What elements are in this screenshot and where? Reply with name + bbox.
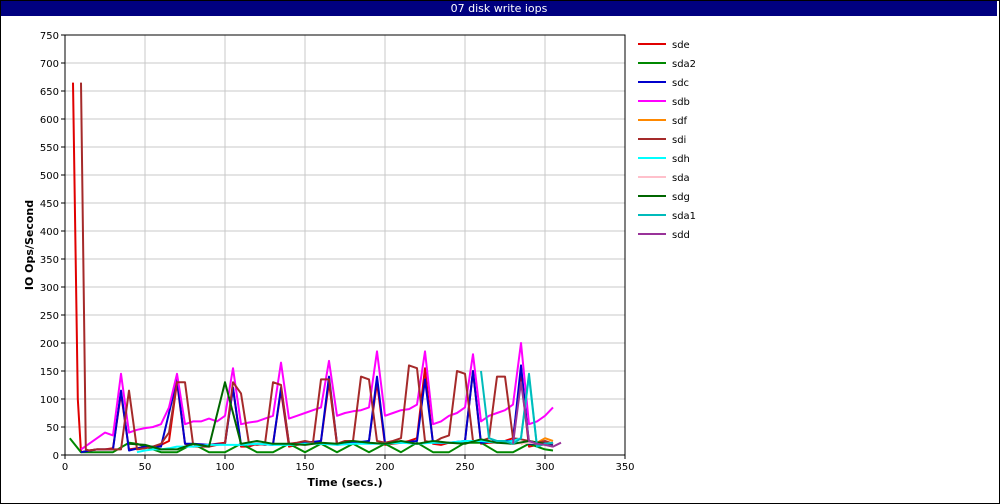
x-tick-label: 150 xyxy=(295,462,314,473)
y-tick-label: 400 xyxy=(40,227,59,238)
legend-label-sdd: sdd xyxy=(672,230,690,241)
x-axis-label: Time (secs.) xyxy=(307,476,382,489)
legend-label-sdb: sdb xyxy=(672,97,690,108)
x-tick-label: 100 xyxy=(215,462,234,473)
y-tick-label: 700 xyxy=(40,59,59,70)
legend-label-sda: sda xyxy=(672,173,690,184)
y-tick-label: 750 xyxy=(40,31,59,42)
y-tick-label: 150 xyxy=(40,367,59,378)
y-tick-label: 50 xyxy=(46,423,59,434)
legend: sde sda2 sdc sdb sdf sdi sdh sda sdg sda1 sdd xyxy=(638,40,696,241)
y-tick-label: 650 xyxy=(40,87,59,98)
y-tick-label: 200 xyxy=(40,339,59,350)
legend-label-sdc: sdc xyxy=(672,78,689,89)
x-tick-label: 50 xyxy=(139,462,152,473)
legend-label-sdf: sdf xyxy=(672,116,688,127)
y-tick-label: 500 xyxy=(40,171,59,182)
legend-label-sdg: sdg xyxy=(672,192,690,203)
y-tick-label: 250 xyxy=(40,311,59,322)
y-tick-label: 300 xyxy=(40,283,59,294)
y-tick-label: 550 xyxy=(40,143,59,154)
y-axis-label: IO Ops/Second xyxy=(23,200,36,290)
legend-label-sda2: sda2 xyxy=(672,59,696,70)
x-tick-label: 250 xyxy=(455,462,474,473)
x-tick-label: 300 xyxy=(535,462,554,473)
y-tick-label: 100 xyxy=(40,395,59,406)
chart-canvas: 0 50 100 150 200 250 300 350 0 50 100 150 200 250 300 3… xyxy=(23,31,696,489)
x-tick-label: 200 xyxy=(375,462,394,473)
legend-label-sdi: sdi xyxy=(672,135,686,146)
grid xyxy=(65,34,626,455)
x-tick-label: 0 xyxy=(62,462,68,473)
x-tick-label: 350 xyxy=(615,462,634,473)
y-tick-label: 350 xyxy=(40,255,59,266)
y-tick-label: 0 xyxy=(53,451,59,462)
legend-label-sda1: sda1 xyxy=(672,211,696,222)
legend-label-sdh: sdh xyxy=(672,154,690,165)
y-tick-label: 450 xyxy=(40,199,59,210)
plot-area xyxy=(65,35,625,455)
y-tick-label: 600 xyxy=(40,115,59,126)
legend-label-sde: sde xyxy=(672,40,690,51)
